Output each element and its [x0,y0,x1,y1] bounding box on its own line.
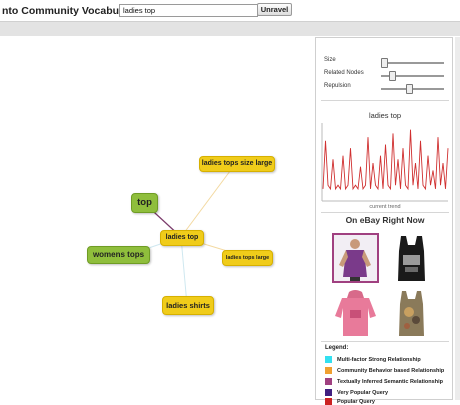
top-bar: nto Community Vocabulary Unravel [0,0,460,21]
legend-item-community: Community Behavior based Relationship [325,367,444,374]
legend-label-community: Community Behavior based Relationship [337,367,445,374]
legend-item-very-popular: Very Popular Query [325,389,388,396]
size-slider-label: Size [324,57,336,63]
node-ladies-shirts[interactable]: ladies shirts [162,296,214,315]
legend-swatch-strong [325,356,332,363]
related-nodes-slider-thumb[interactable] [389,71,396,81]
related-nodes-slider-label: Related Nodes [324,70,364,76]
toolbar-band [0,21,460,36]
repulsion-slider[interactable] [381,84,444,94]
purple-top-product[interactable] [332,233,379,283]
trend-title: ladies top [368,111,402,120]
size-slider[interactable] [381,58,444,68]
trend-line [322,129,449,191]
related-nodes-slider[interactable] [381,71,444,81]
legend-item-textual: Textually Inferred Semantic Relationship [325,378,443,385]
pink-hoodie-product[interactable] [332,288,379,338]
edge-ladies-shirts [180,236,188,306]
legend-swatch-popular [325,398,332,405]
size-slider-thumb[interactable] [381,58,388,68]
node-top[interactable]: top [131,193,158,213]
divider-2 [321,212,449,213]
black-tank-top-product[interactable] [388,233,435,283]
repulsion-slider-row: Repulsion [324,83,351,89]
legend-item-strong: Multi-factor Strong Relationship [325,356,421,363]
divider-1 [321,100,449,101]
graph-canvas[interactable]: ladies top top womens tops ladies tops s… [0,35,313,400]
graphic-tank-top-product[interactable] [388,288,435,338]
trend-chart [321,123,449,202]
legend-swatch-very-popular [325,389,332,396]
related-nodes-slider-row: Related Nodes [324,70,364,76]
node-center[interactable]: ladies top [160,230,204,246]
legend-label-textual: Textually Inferred Semantic Relationship [337,378,443,385]
pink-hoodie-image [332,288,379,338]
size-slider-row: Size [324,57,336,63]
panel-scrollbar[interactable] [455,37,460,400]
legend-swatch-community [325,367,332,374]
search-input[interactable] [119,4,258,17]
repulsion-slider-thumb[interactable] [406,84,413,94]
black-tank-top-image [388,233,435,283]
trend-caption: current trend [369,204,401,210]
legend-item-popular: Popular Query [325,398,375,405]
app-title: nto Community Vocabulary [2,5,138,17]
graphic-tank-top-image [388,288,435,338]
node-ladies-tops-large[interactable]: ladies tops large [222,250,273,266]
node-ladies-tops-size-large[interactable]: ladies tops size large [199,156,275,172]
purple-top-image [334,235,377,281]
side-panel: Size Related Nodes Repulsion ladies top … [315,37,453,405]
node-womens-tops[interactable]: womens tops [87,246,150,264]
edge-ladies-tops-size-large [180,162,237,238]
repulsion-slider-label: Repulsion [324,83,351,89]
legend-swatch-textual [325,378,332,385]
divider-3 [321,341,449,342]
legend-label-very-popular: Very Popular Query [337,389,389,396]
ebay-title: On eBay Right Now [345,215,425,225]
graph-edges [130,162,248,306]
unravel-button[interactable]: Unravel [257,3,292,16]
legend-label-strong: Multi-factor Strong Relationship [337,356,421,363]
legend-title: Legend: [325,345,349,351]
